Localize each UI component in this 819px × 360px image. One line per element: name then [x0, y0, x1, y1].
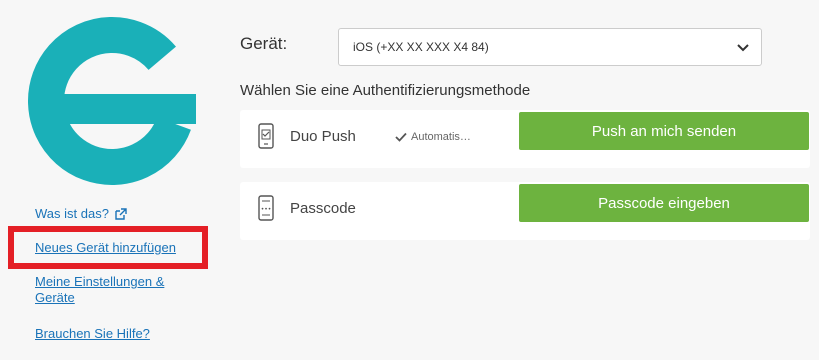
device-select-value: iOS (+XX XX XXX X4 84): [353, 40, 489, 54]
auth-panel: Gerät: iOS (+XX XX XXX X4 84) Wählen Sie…: [240, 0, 819, 360]
device-label: Gerät:: [240, 34, 288, 53]
chevron-down-icon: [737, 44, 749, 52]
external-link-icon: [115, 207, 127, 220]
method-duo-push: Duo Push Automatis… Push an mich senden: [240, 110, 810, 168]
settings-devices-link[interactable]: Meine Einstellungen & Geräte: [35, 274, 205, 306]
sidebar-links: Was ist das?: [35, 206, 230, 221]
method-prompt: Wählen Sie eine Authentifizierungsmethod…: [240, 82, 531, 99]
need-help-link[interactable]: Brauchen Sie Hilfe?: [35, 326, 150, 342]
method-name: Duo Push: [290, 128, 356, 145]
svg-text:•••: •••: [261, 206, 272, 213]
enter-passcode-button[interactable]: Passcode eingeben: [519, 184, 809, 222]
phone-check-icon: [258, 123, 274, 149]
sidebar: Was ist das? Neues Gerät hinzufügen Mein…: [0, 0, 230, 360]
method-name: Passcode: [290, 200, 356, 217]
passcode-device-icon: •••: [258, 195, 274, 221]
automatic-label: Automatis…: [411, 131, 471, 143]
what-is-this-link[interactable]: Was ist das?: [35, 206, 230, 221]
what-is-this-label: Was ist das?: [35, 206, 109, 221]
automatic-indicator: Automatis…: [395, 131, 471, 143]
add-device-link[interactable]: Neues Gerät hinzufügen: [35, 240, 176, 256]
check-icon: [395, 132, 407, 142]
method-passcode: ••• Passcode Passcode eingeben: [240, 182, 810, 240]
device-row: Gerät: iOS (+XX XX XXX X4 84): [240, 28, 762, 66]
send-push-button[interactable]: Push an mich senden: [519, 112, 809, 150]
device-select[interactable]: iOS (+XX XX XXX X4 84): [338, 28, 762, 66]
duo-logo-icon: [28, 17, 196, 185]
